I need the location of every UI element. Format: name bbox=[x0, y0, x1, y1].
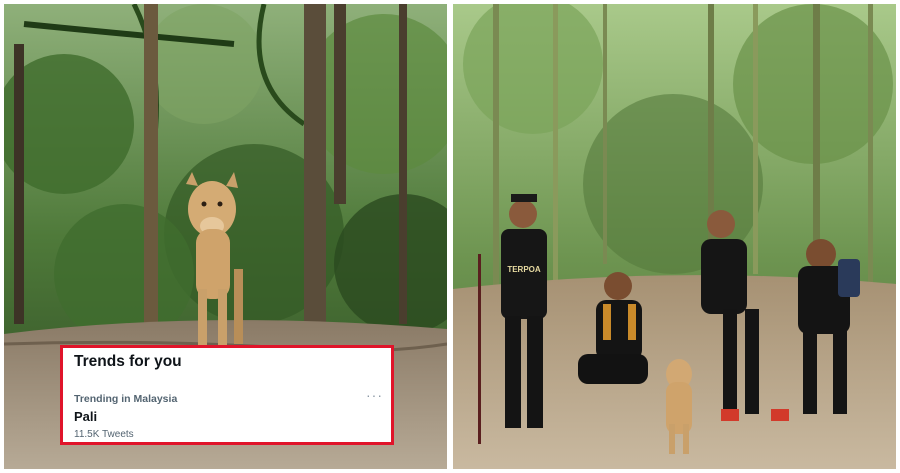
trends-title: Trends for you bbox=[74, 353, 182, 370]
trend-tweet-count: 11.5K Tweets bbox=[74, 429, 134, 440]
trend-name[interactable]: Pali bbox=[74, 409, 97, 424]
trends-for-you-card: Trends for you Trending in Malaysia Pali… bbox=[60, 345, 394, 445]
shirt-text: TERPOA bbox=[507, 265, 541, 274]
trend-context: Trending in Malaysia bbox=[74, 393, 178, 405]
more-horizontal-icon[interactable]: ··· bbox=[366, 388, 383, 402]
photo-hikers-with-dog: TERPOA bbox=[453, 4, 896, 469]
